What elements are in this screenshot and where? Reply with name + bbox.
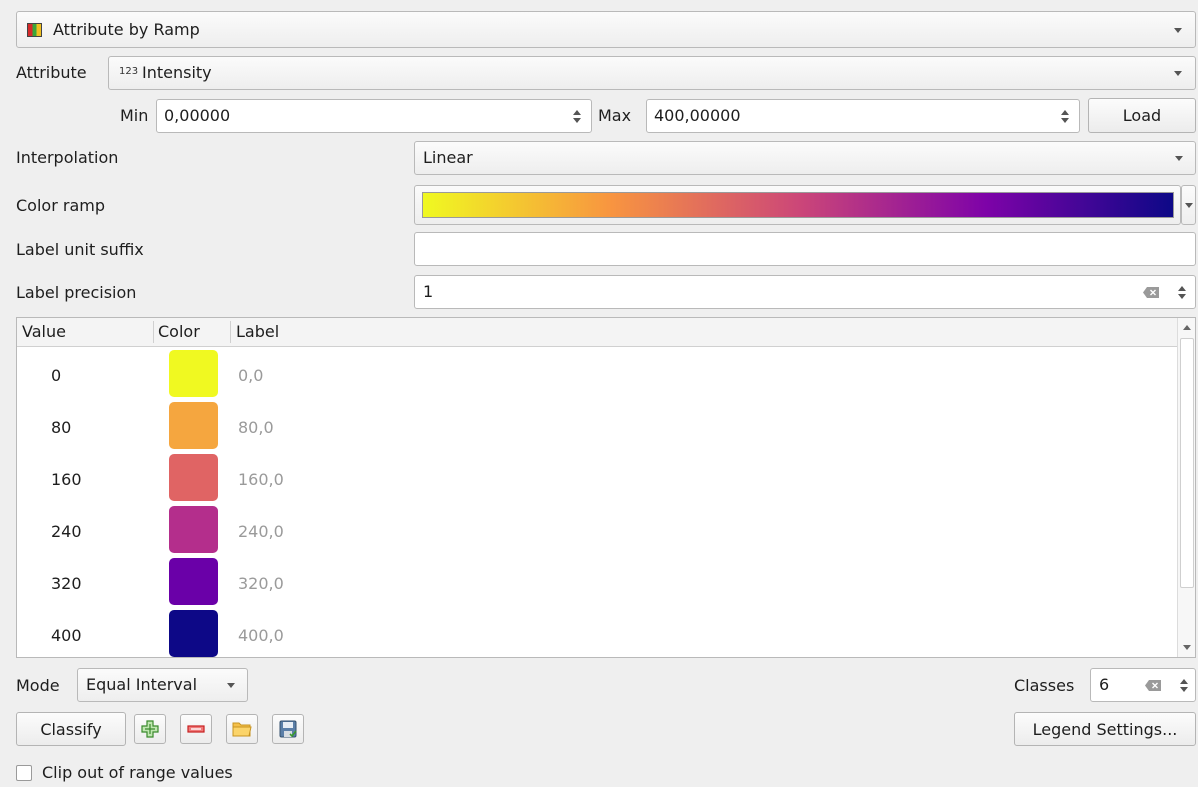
classify-button[interactable]: Classify [16, 712, 126, 746]
row-value: 160 [51, 470, 82, 489]
scroll-up-icon[interactable] [1183, 325, 1191, 330]
renderer-type-label: Attribute by Ramp [53, 20, 200, 39]
color-ramp-preview [422, 192, 1174, 218]
interpolation-dropdown[interactable]: Linear [414, 141, 1196, 175]
clip-label: Clip out of range values [42, 763, 233, 782]
color-swatch[interactable] [169, 610, 218, 657]
save-icon [279, 720, 297, 738]
table-scrollbar[interactable] [1177, 318, 1195, 657]
header-divider [153, 321, 154, 343]
color-swatch[interactable] [169, 402, 218, 449]
chevron-down-icon [1174, 71, 1182, 76]
table-row[interactable]: 240 240,0 [17, 504, 1177, 556]
chevron-down-icon [1175, 156, 1183, 161]
attribute-dropdown[interactable]: 123 Intensity [108, 56, 1196, 90]
ramp-renderer-icon [27, 23, 42, 37]
chevron-down-icon [1174, 28, 1182, 33]
color-swatch[interactable] [169, 558, 218, 605]
label-unit-suffix-label: Label unit suffix [16, 240, 144, 259]
min-spinbox[interactable]: 0,00000 [156, 99, 592, 133]
row-label: 160,0 [238, 470, 284, 489]
header-color[interactable]: Color [158, 322, 200, 342]
classes-value: 6 [1099, 675, 1110, 694]
min-value: 0,00000 [164, 106, 231, 125]
mode-label: Mode [16, 676, 60, 695]
legend-settings-button-label: Legend Settings... [1032, 719, 1178, 739]
row-value: 240 [51, 522, 82, 541]
color-ramp-menu-button[interactable] [1181, 185, 1196, 225]
classes-spinbox[interactable]: 6 [1090, 668, 1196, 702]
load-classes-button[interactable] [226, 714, 258, 744]
plus-icon [141, 720, 159, 738]
row-value: 80 [51, 418, 72, 437]
classes-table[interactable]: Value Color Label 0 0,0 80 80,0 160 160,… [16, 317, 1196, 658]
table-row[interactable]: 160 160,0 [17, 452, 1177, 504]
color-swatch[interactable] [169, 454, 218, 501]
max-spinbox[interactable]: 400,00000 [646, 99, 1080, 133]
table-row[interactable]: 80 80,0 [17, 400, 1177, 452]
table-row[interactable]: 0 0,0 [17, 348, 1177, 400]
min-label: Min [120, 106, 149, 125]
clear-icon[interactable] [1145, 680, 1161, 691]
classify-button-label: Classify [40, 719, 102, 739]
chevron-down-icon [1185, 203, 1193, 208]
mode-dropdown[interactable]: Equal Interval [77, 668, 248, 702]
color-ramp-button[interactable] [414, 185, 1181, 225]
interpolation-value: Linear [423, 148, 473, 167]
row-label: 80,0 [238, 418, 274, 437]
header-label[interactable]: Label [236, 322, 279, 342]
checkbox-box[interactable] [16, 765, 32, 781]
header-divider [230, 321, 231, 343]
row-value: 400 [51, 626, 82, 645]
clip-out-of-range-checkbox[interactable]: Clip out of range values [16, 763, 276, 785]
max-value: 400,00000 [654, 106, 741, 125]
table-header: Value Color Label [17, 318, 1177, 347]
classes-label: Classes [1014, 676, 1075, 695]
load-button[interactable]: Load [1088, 98, 1196, 133]
folder-icon [232, 722, 252, 737]
table-row[interactable]: 400 400,0 [17, 608, 1177, 657]
load-button-label: Load [1122, 106, 1162, 125]
attribute-value: Intensity [142, 63, 212, 82]
color-swatch[interactable] [169, 350, 218, 397]
label-precision-spinbox[interactable]: 1 [414, 275, 1196, 309]
row-value: 320 [51, 574, 82, 593]
renderer-type-dropdown[interactable]: Attribute by Ramp [16, 11, 1196, 48]
classes-stepper[interactable] [1177, 675, 1191, 695]
table-row[interactable]: 320 320,0 [17, 556, 1177, 608]
scrollbar-thumb[interactable] [1180, 338, 1194, 588]
label-precision-label: Label precision [16, 283, 137, 302]
clear-icon[interactable] [1143, 287, 1159, 298]
mode-value: Equal Interval [86, 675, 198, 694]
save-classes-button[interactable] [272, 714, 304, 744]
color-ramp-label: Color ramp [16, 196, 105, 215]
row-label: 400,0 [238, 626, 284, 645]
label-precision-value: 1 [423, 282, 434, 301]
legend-settings-button[interactable]: Legend Settings... [1014, 712, 1196, 746]
numeric-field-icon: 123 [119, 66, 139, 77]
row-label: 0,0 [238, 366, 264, 385]
max-stepper[interactable] [1058, 106, 1072, 126]
label-precision-stepper[interactable] [1175, 282, 1189, 302]
attribute-label: Attribute [16, 63, 87, 82]
interpolation-label: Interpolation [16, 148, 119, 167]
min-stepper[interactable] [570, 106, 584, 126]
header-value[interactable]: Value [22, 322, 66, 342]
max-label: Max [598, 106, 632, 125]
row-value: 0 [51, 366, 62, 385]
add-class-button[interactable] [134, 714, 166, 744]
row-label: 240,0 [238, 522, 284, 541]
minus-icon [187, 725, 205, 733]
delete-class-button[interactable] [180, 714, 212, 744]
color-swatch[interactable] [169, 506, 218, 553]
row-label: 320,0 [238, 574, 284, 593]
scroll-down-icon[interactable] [1183, 645, 1191, 650]
chevron-down-icon [227, 683, 235, 688]
label-unit-suffix-input[interactable] [414, 232, 1196, 266]
